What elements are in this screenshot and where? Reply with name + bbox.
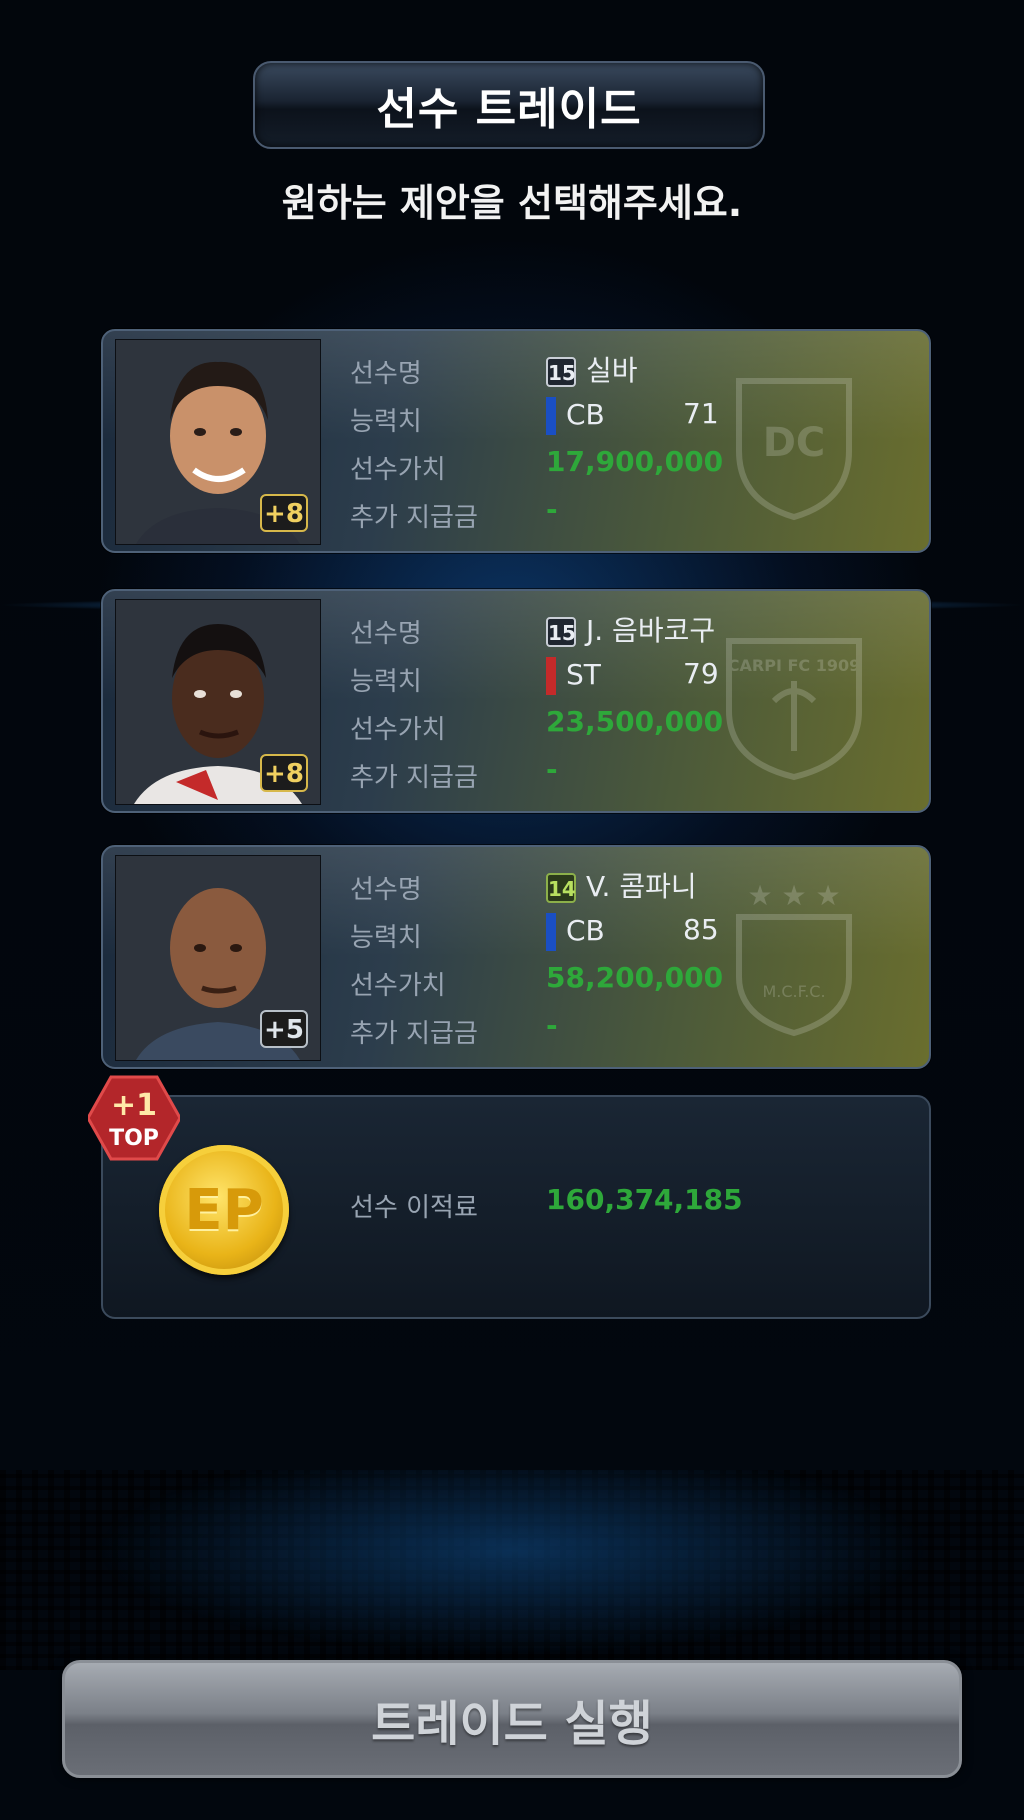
club-crest-icon: ★ ★ ★ M.C.F.C. xyxy=(736,879,852,1037)
club-crest-icon: CARPI FC 1909 xyxy=(726,638,862,781)
title-bar: 선수 트레이드 xyxy=(253,61,765,149)
svg-text:CARPI FC 1909: CARPI FC 1909 xyxy=(728,656,860,675)
enhance-badge: +8 xyxy=(260,754,308,792)
label-extra: 추가 지급금 xyxy=(350,503,478,533)
transfer-fee-value: 160,374,185 xyxy=(546,1183,743,1216)
player-rating: 85 xyxy=(683,913,719,946)
svg-text:★ ★ ★: ★ ★ ★ xyxy=(747,879,840,912)
player-photo: +8 xyxy=(115,599,321,805)
page-title: 선수 트레이드 xyxy=(376,84,642,135)
player-ability: ST xyxy=(546,657,601,695)
label-name: 선수명 xyxy=(350,359,422,389)
position-color-bar xyxy=(546,657,556,695)
offer-card-1[interactable]: +8 DC 선수명 15 실바 능력치 CB 71 선수가치 17,900,000… xyxy=(101,329,931,553)
label-transfer-fee: 선수 이적료 xyxy=(350,1193,478,1223)
label-ability: 능력치 xyxy=(350,407,422,437)
player-extra: - xyxy=(546,1009,558,1042)
offer-card-ep[interactable]: EP 선수 이적료 160,374,185 xyxy=(101,1095,931,1319)
player-name: 15 J. 음바코구 xyxy=(546,614,716,647)
top-badge-icon: +1 TOP xyxy=(88,1075,180,1161)
execute-trade-button[interactable]: 트레이드 실행 xyxy=(62,1660,962,1778)
player-ability: CB xyxy=(546,913,605,951)
offer-card-2[interactable]: +8 CARPI FC 1909 선수명 15 J. 음바코구 능력치 ST 79… xyxy=(101,589,931,813)
execute-trade-label: 트레이드 실행 xyxy=(371,1696,653,1752)
ep-coin-icon: EP xyxy=(159,1145,289,1275)
player-photo: +8 xyxy=(115,339,321,545)
label-value: 선수가치 xyxy=(350,971,446,1001)
enhance-badge: +8 xyxy=(260,494,308,532)
player-rating: 71 xyxy=(683,397,719,430)
player-extra: - xyxy=(546,493,558,526)
player-value: 23,500,000 xyxy=(546,705,724,738)
instruction-text: 원하는 제안을 선택해주세요. xyxy=(281,181,743,225)
player-value: 58,200,000 xyxy=(546,961,724,994)
player-extra: - xyxy=(546,753,558,786)
svg-text:DC: DC xyxy=(763,420,826,466)
enhance-badge: +5 xyxy=(260,1010,308,1048)
grade-badge: 14 xyxy=(546,873,576,903)
offer-card-3[interactable]: +5 ★ ★ ★ M.C.F.C. 선수명 14 V. 콤파니 능력치 CB 85… xyxy=(101,845,931,1069)
svg-text:TOP: TOP xyxy=(109,1126,159,1151)
player-name: 15 실바 xyxy=(546,354,638,387)
label-extra: 추가 지급금 xyxy=(350,1019,478,1049)
player-ability: CB xyxy=(546,397,605,435)
svg-text:M.C.F.C.: M.C.F.C. xyxy=(762,982,825,1001)
player-value: 17,900,000 xyxy=(546,445,724,478)
svg-text:+1: +1 xyxy=(111,1088,157,1123)
label-name: 선수명 xyxy=(350,875,422,905)
position-color-bar xyxy=(546,397,556,435)
label-ability: 능력치 xyxy=(350,667,422,697)
label-extra: 추가 지급금 xyxy=(350,763,478,793)
club-crest-icon: DC xyxy=(736,378,852,521)
label-ability: 능력치 xyxy=(350,923,422,953)
player-name: 14 V. 콤파니 xyxy=(546,870,697,903)
label-value: 선수가치 xyxy=(350,715,446,745)
player-rating: 79 xyxy=(683,657,719,690)
player-photo: +5 xyxy=(115,855,321,1061)
grade-badge: 15 xyxy=(546,357,576,387)
position-color-bar xyxy=(546,913,556,951)
label-name: 선수명 xyxy=(350,619,422,649)
floor-grid xyxy=(0,1470,1024,1670)
grade-badge: 15 xyxy=(546,617,576,647)
label-value: 선수가치 xyxy=(350,455,446,485)
